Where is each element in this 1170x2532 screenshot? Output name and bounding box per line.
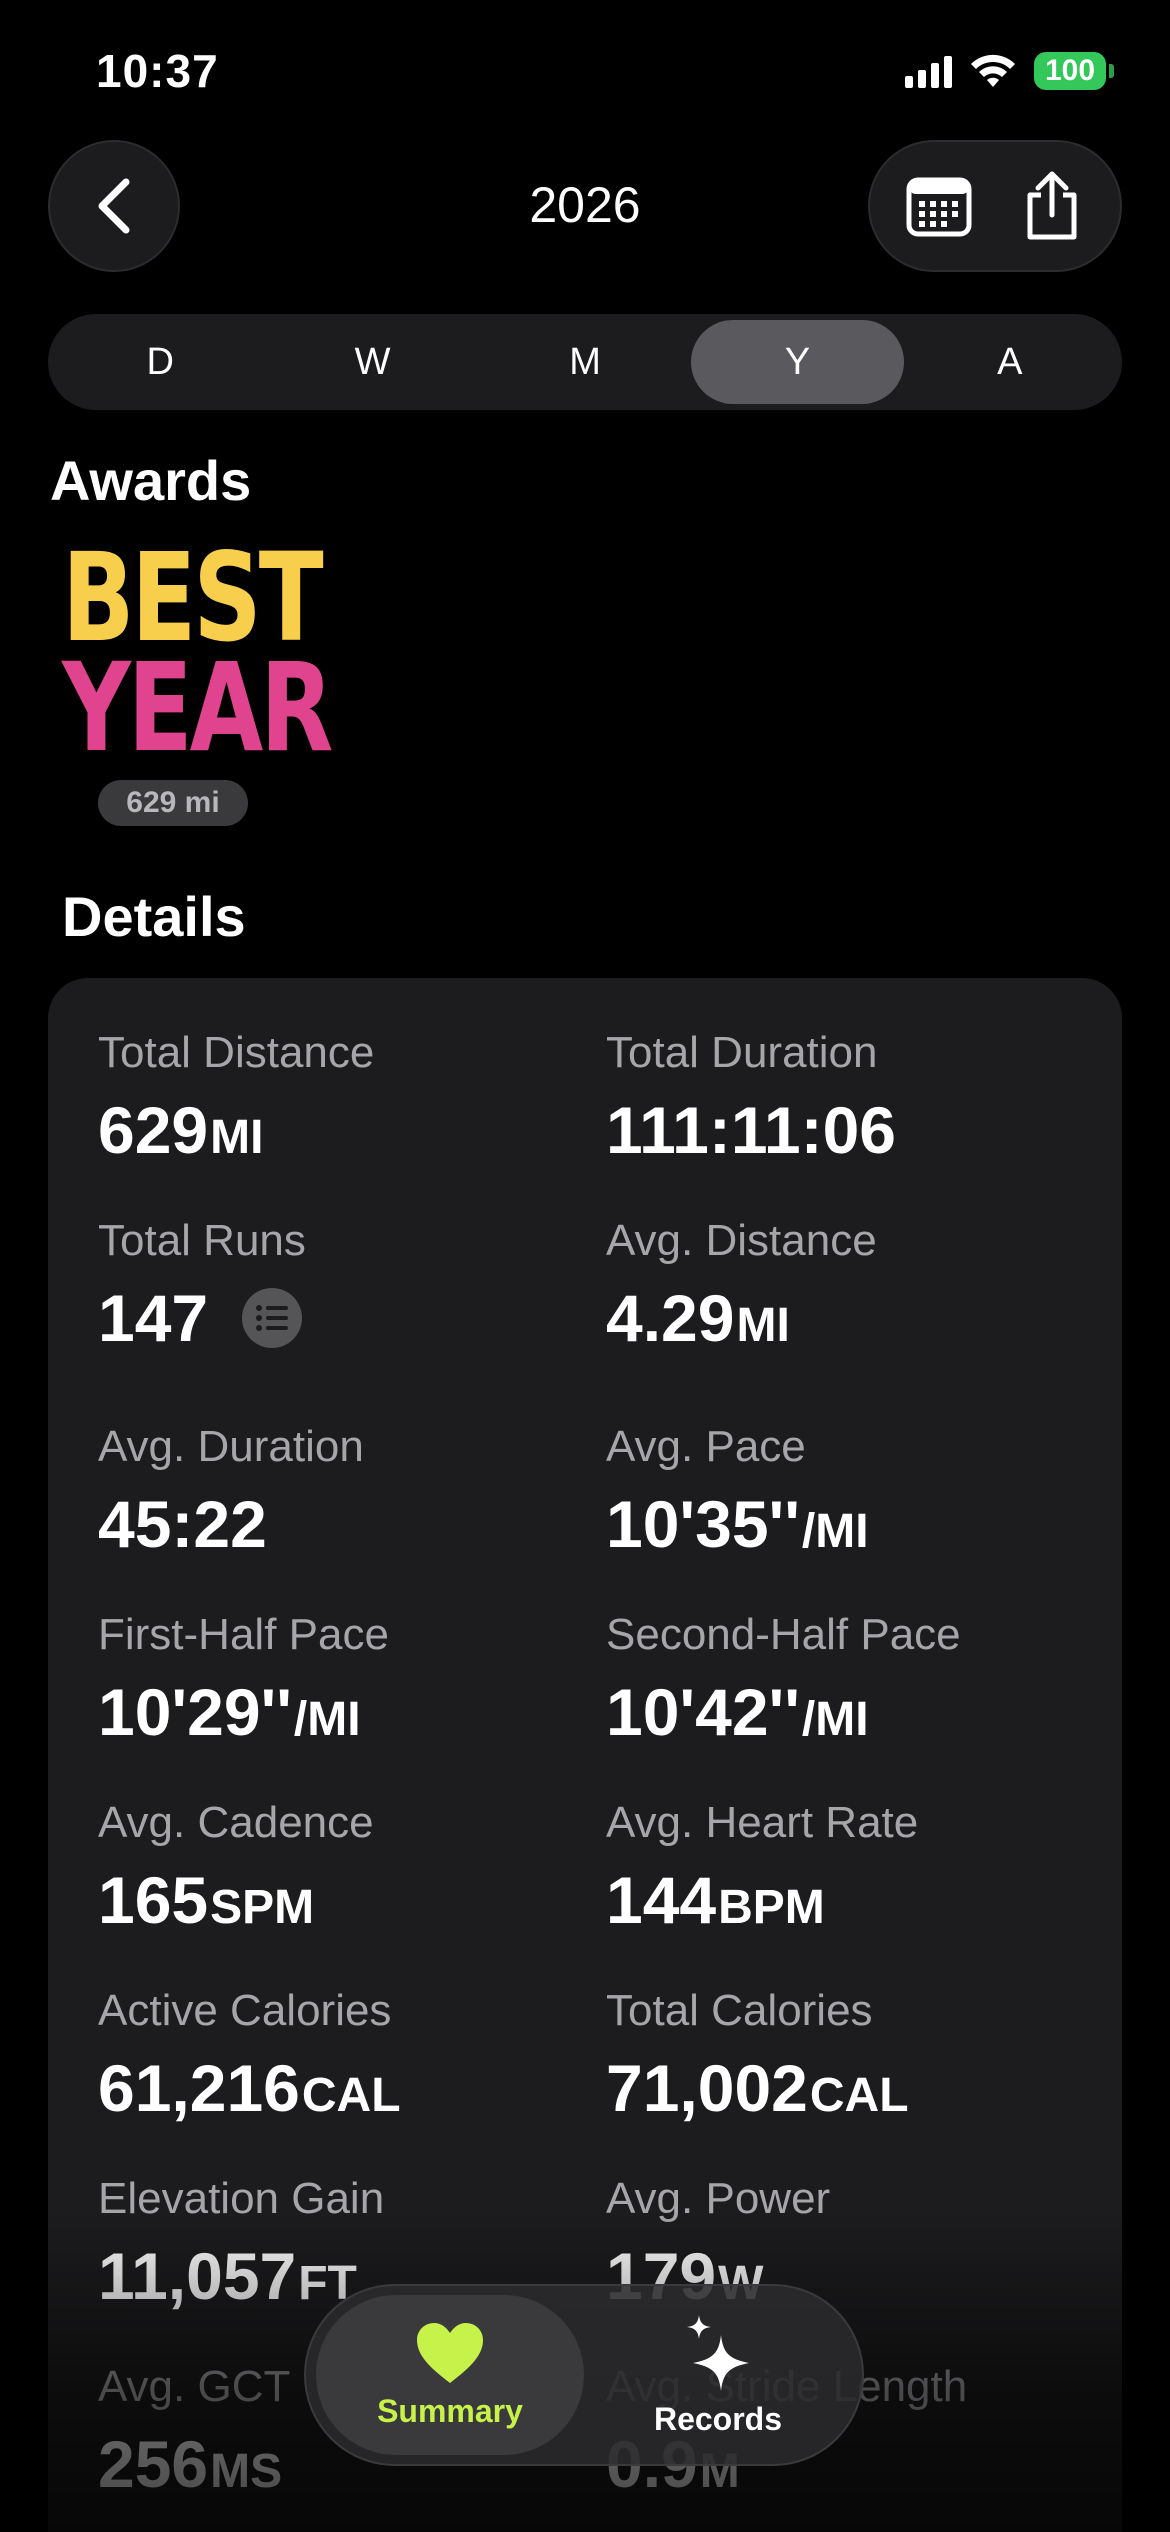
calendar-icon <box>906 177 971 237</box>
calendar-button[interactable] <box>889 156 989 256</box>
metric-active-calories: Active Calories 61,216 CAL <box>98 1986 578 2126</box>
metric-label: Avg. Power <box>606 2174 831 2223</box>
header-actions <box>868 140 1122 272</box>
award-line-2: YEAR <box>62 636 333 779</box>
heart-icon <box>417 2322 483 2383</box>
metric-unit: /MI <box>293 1693 361 1746</box>
tab-label: Summary <box>377 2392 523 2429</box>
metric-value: 71,002 <box>606 2051 808 2125</box>
metric-value: 61,216 <box>98 2051 300 2125</box>
metric-label: Avg. Distance <box>606 1216 877 1265</box>
metric-avg-distance: Avg. Distance 4.29 MI <box>606 1216 1086 1356</box>
tab-summary[interactable]: Summary <box>316 2295 584 2455</box>
metric-label: Avg. Cadence <box>98 1798 374 1847</box>
metric-unit: MI <box>210 1111 264 1164</box>
metric-value: 144 <box>606 1863 717 1937</box>
metric-total-duration: Total Duration 111:11:06 <box>606 1028 1086 1168</box>
metric-unit: BPM <box>718 1881 825 1934</box>
segment-week[interactable]: W <box>266 320 478 404</box>
share-button[interactable] <box>1002 156 1102 256</box>
metric-label: Second-Half Pace <box>606 1610 961 1659</box>
screen: 10:37 100 2026 D W M Y A Awards BEST YEA… <box>0 0 1170 2532</box>
metric-value: 165 <box>98 1863 209 1937</box>
list-icon <box>256 1305 289 1331</box>
battery-level: 100 <box>1034 52 1106 90</box>
metric-label: Active Calories <box>98 1986 392 2035</box>
segment-year[interactable]: Y <box>691 320 904 404</box>
metric-label: Total Distance <box>98 1028 375 1077</box>
metric-unit: MI <box>736 1299 790 1352</box>
metric-total-calories: Total Calories 71,002 CAL <box>606 1986 1086 2126</box>
metric-unit: /MI <box>801 1693 869 1746</box>
metric-value: 147 <box>98 1281 209 1355</box>
best-year-award[interactable]: BEST YEAR <box>62 537 333 779</box>
segment-month[interactable]: M <box>479 320 691 404</box>
metric-value: 10'29'' <box>98 1675 292 1749</box>
sparkles-icon <box>687 2314 749 2391</box>
metric-label: Total Runs <box>98 1216 306 1265</box>
tab-records[interactable]: Records <box>584 2295 852 2455</box>
metric-value: 45:22 <box>98 1487 267 1561</box>
share-icon <box>1027 171 1076 240</box>
metric-unit: MS <box>210 2445 283 2498</box>
segment-day[interactable]: D <box>54 320 266 404</box>
wifi-icon <box>971 54 1015 87</box>
metric-unit: /MI <box>801 1505 869 1558</box>
metric-label: Elevation Gain <box>98 2174 385 2223</box>
battery-icon: 100 <box>1034 52 1114 90</box>
details-title: Details <box>62 885 246 948</box>
metric-value: 4.29 <box>606 1281 735 1355</box>
metric-first-half-pace: First-Half Pace 10'29''/MI <box>98 1610 578 1750</box>
metric-value: 10'42'' <box>606 1675 800 1749</box>
metric-avg-cadence: Avg. Cadence 165 SPM <box>98 1798 578 1938</box>
metric-avg-heart-rate: Avg. Heart Rate 144 BPM <box>606 1798 1086 1938</box>
metric-value: 111:11:06 <box>606 1093 896 1167</box>
award-badge: 629 mi <box>98 780 248 826</box>
metric-total-runs: Total Runs 147 <box>98 1216 578 1356</box>
metric-total-distance: Total Distance 629 MI <box>98 1028 578 1168</box>
tab-label: Records <box>653 2400 783 2437</box>
metric-label: Avg. Heart Rate <box>606 1798 919 1847</box>
metric-value: 629 <box>98 1093 209 1167</box>
metric-label: Total Duration <box>606 1028 878 1077</box>
metric-label: Avg. Pace <box>606 1422 806 1471</box>
metric-label: Total Calories <box>606 1986 873 2035</box>
metric-unit: CAL <box>301 2069 401 2122</box>
metric-value: 11,057 <box>98 2239 297 2313</box>
period-segmented-control: D W M Y A <box>48 314 1122 410</box>
metric-avg-pace: Avg. Pace 10'35''/MI <box>606 1422 1086 1562</box>
cellular-signal-icon <box>905 54 952 88</box>
metric-avg-duration: Avg. Duration 45:22 <box>98 1422 578 1562</box>
segment-all[interactable]: A <box>904 320 1116 404</box>
metric-value: 10'35'' <box>606 1487 800 1561</box>
metric-unit: CAL <box>809 2069 909 2122</box>
awards-title: Awards <box>50 449 252 512</box>
status-time: 10:37 <box>96 45 219 97</box>
metric-label: Avg. Duration <box>98 1422 364 1471</box>
metric-unit: SPM <box>210 1881 315 1934</box>
metric-label: First-Half Pace <box>98 1610 389 1659</box>
tab-bar: Summary Records <box>304 2284 864 2466</box>
status-icons: 100 <box>905 52 1114 90</box>
metric-second-half-pace: Second-Half Pace 10'42''/MI <box>606 1610 1086 1750</box>
runs-list-button[interactable] <box>242 1288 303 1348</box>
metric-value: 256 <box>98 2427 209 2501</box>
